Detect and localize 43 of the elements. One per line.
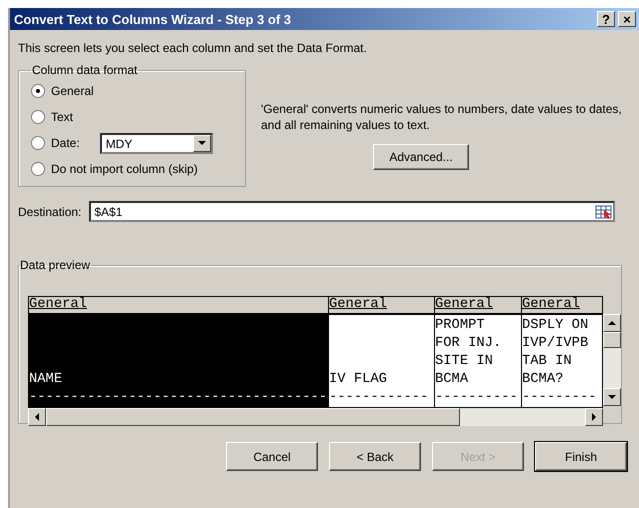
preview-cell: NAME (29, 315, 328, 389)
horizontal-scrollbar[interactable] (28, 408, 603, 426)
preview-cell-text: DSPLY ON IVP/IVPB TAB IN BCMA? (522, 317, 590, 389)
scroll-thumb[interactable] (46, 408, 460, 426)
radio-button[interactable] (31, 162, 45, 176)
option-label[interactable]: Do not import column (skip) (51, 162, 198, 176)
dialog-button[interactable]: Cancel (226, 442, 318, 471)
window-title: Convert Text to Columns Wizard - Step 3 of 3 (14, 12, 292, 26)
column-format-header[interactable]: General (29, 297, 328, 315)
radio-button[interactable] (31, 136, 45, 150)
title-bar-button[interactable]: × (618, 11, 636, 27)
column-format-header[interactable]: General (329, 297, 434, 315)
preview-cell-text: PROMPT FOR INJ. SITE IN BCMA (435, 317, 502, 389)
vertical-scrollbar[interactable] (603, 314, 621, 406)
up-arrow-icon[interactable] (608, 321, 616, 325)
group-label: Data preview (19, 258, 92, 272)
column-format-header[interactable]: General (522, 297, 602, 315)
down-arrow-icon[interactable] (608, 395, 616, 399)
dialog-button[interactable]: Finish (535, 442, 627, 471)
option-label[interactable]: Text (51, 110, 74, 124)
dialog-button[interactable]: < Back (329, 442, 421, 471)
dropdown-arrow-icon (198, 141, 206, 145)
destination-label: Destination: (18, 204, 82, 218)
advanced-button[interactable]: Advanced... (373, 144, 469, 170)
right-arrow-icon[interactable] (592, 413, 596, 421)
scroll-thumb[interactable] (603, 332, 621, 348)
radio-button[interactable] (31, 110, 45, 124)
preview-rule: ------------ (329, 389, 430, 407)
group-label: Column data format (31, 63, 138, 77)
destination-field[interactable]: $A$1 (89, 201, 616, 222)
radio-button[interactable] (31, 84, 45, 98)
preview-cell-text: IV FLAG (329, 371, 388, 389)
preview-rule: ---------- (435, 389, 519, 407)
date-format-dropdown[interactable]: MDY (100, 132, 213, 154)
option-label[interactable]: Date: (51, 136, 80, 150)
description-text: 'General' converts numeric values to numbers, date values to dates, and all remaining values to text. (261, 101, 623, 133)
intro-text: This screen lets you select each column and set the Data Format. (18, 41, 368, 55)
title-bar-button[interactable]: ? (597, 11, 615, 27)
range-picker-icon[interactable] (595, 204, 614, 220)
option-label[interactable]: General (51, 84, 94, 98)
left-arrow-icon[interactable] (35, 413, 39, 421)
preview-rule: --------- (522, 389, 598, 407)
column-format-header[interactable]: General (435, 297, 521, 315)
